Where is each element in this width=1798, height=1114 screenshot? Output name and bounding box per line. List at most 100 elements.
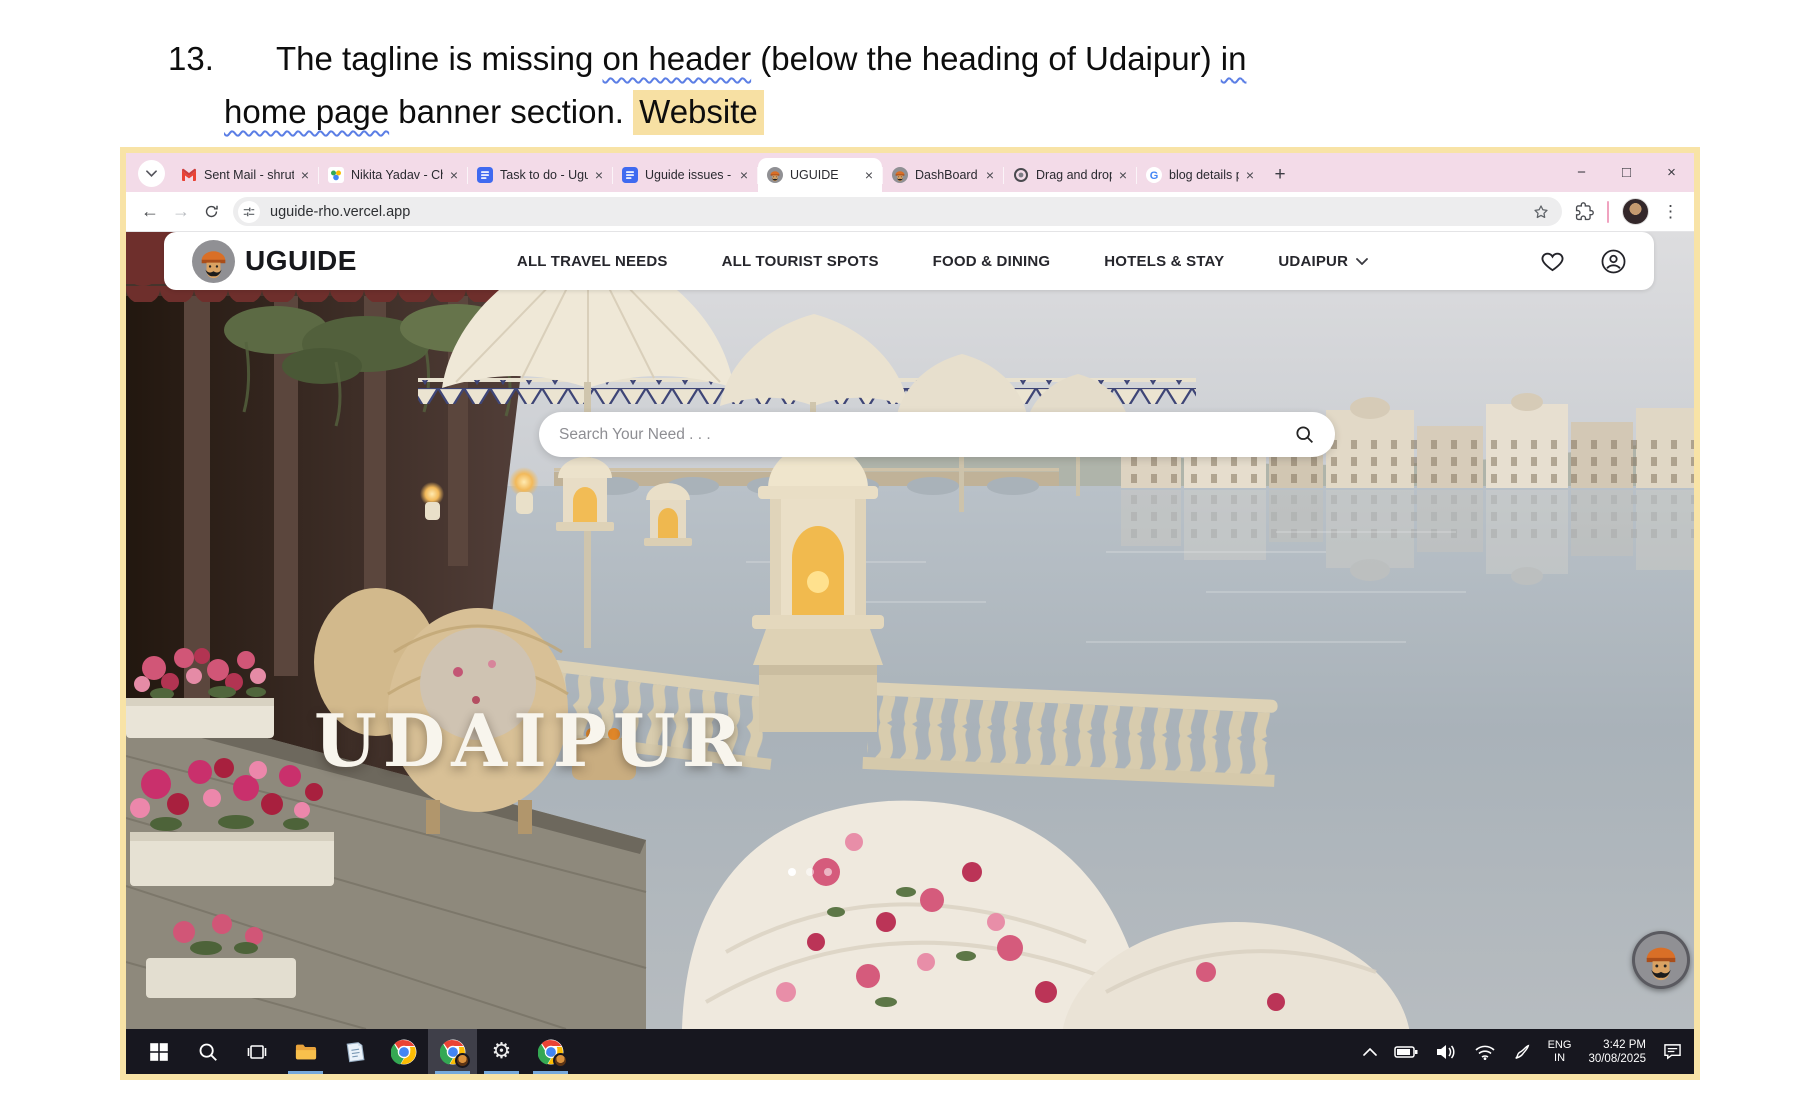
uguide-logo-icon[interactable] [192,240,235,283]
task-view-button[interactable] [232,1029,281,1074]
chrome-button[interactable] [379,1029,428,1074]
tab-blog-details[interactable]: blog details pag × [1137,158,1263,192]
search-input[interactable]: Search Your Need . . . [539,412,1335,457]
tab-title: Nikita Yadav - Ch [351,168,443,182]
site-header: UGUIDE ALL TRAVEL NEEDS ALL TOURIST SPOT… [164,232,1654,290]
doc-text: (below the heading of Udaipur) [751,40,1221,77]
doc-item-line1: 13.The tagline is missing on header (bel… [168,40,1246,78]
google-g-icon [1146,167,1162,183]
start-button[interactable] [134,1029,183,1074]
taskbar-search-button[interactable] [183,1029,232,1074]
browser-profile-avatar[interactable] [1622,198,1649,225]
chevron-down-icon [1356,258,1368,265]
web-page: UGUIDE ALL TRAVEL NEEDS ALL TOURIST SPOT… [126,232,1694,1029]
tab-close-icon[interactable]: × [740,167,748,183]
tab-search-chevron-button[interactable] [138,160,165,187]
clock[interactable]: 3:42 PM 30/08/2025 [1588,1038,1646,1066]
language-indicator[interactable]: ENG IN [1548,1039,1572,1065]
tab-close-icon[interactable]: × [865,167,873,183]
doc-text: The tagline is missing [276,40,602,77]
back-icon[interactable]: ← [141,201,159,222]
task-view-icon [246,1041,268,1063]
google-docs-icon [622,167,638,183]
doc-text: banner section. [389,93,633,130]
nav-all-travel-needs[interactable]: ALL TRAVEL NEEDS [517,253,668,270]
carousel-dot[interactable] [824,868,832,876]
tab-sent-mail[interactable]: Sent Mail - shrut × [172,158,318,192]
volume-icon[interactable] [1435,1044,1457,1060]
site-settings-icon[interactable] [238,201,260,223]
maximize-button[interactable]: □ [1604,164,1649,181]
gmail-icon [181,167,197,183]
heart-icon[interactable] [1540,249,1565,274]
tab-strip: Sent Mail - shrut × Nikita Yadav - Ch × … [126,153,1694,192]
notepad-icon [342,1039,367,1064]
tab-close-icon[interactable]: × [1246,167,1254,183]
brand-name[interactable]: UGUIDE [245,245,357,277]
doc-text-grammar: on header [602,40,751,77]
reload-icon[interactable] [203,203,220,220]
carousel-dot[interactable] [788,868,796,876]
search-icon[interactable] [1294,424,1315,445]
doc-text-grammar: in [1221,40,1247,77]
chat-mascot-avatar[interactable] [1632,931,1690,989]
tab-close-icon[interactable]: × [301,167,309,183]
notepad-button[interactable] [330,1029,379,1074]
pen-icon[interactable] [1513,1043,1531,1061]
tab-title: blog details pag [1169,168,1239,182]
uguide-favicon-icon [767,167,783,183]
tab-nikita-yadav[interactable]: Nikita Yadav - Ch × [319,158,467,192]
bookmark-star-icon[interactable] [1532,203,1550,221]
tab-title: DashBoard [915,168,979,182]
tab-close-icon[interactable]: × [450,167,458,183]
language-region: IN [1548,1052,1572,1065]
taskbar-search-icon [197,1041,219,1063]
tray-chevron-up-icon[interactable] [1363,1048,1377,1056]
settings-gear-icon: ⚙ [492,1039,512,1064]
nav-udaipur-dropdown[interactable]: UDAIPUR [1278,253,1368,270]
close-button[interactable]: × [1649,164,1694,181]
extensions-icon[interactable] [1575,202,1594,221]
file-explorer-button[interactable] [281,1029,330,1074]
uguide-mascot-icon [1635,934,1687,986]
tab-title: UGUIDE [790,168,858,182]
language-code: ENG [1548,1039,1572,1052]
carousel-dots [788,868,832,876]
action-center-icon[interactable] [1663,1043,1682,1060]
list-number: 13. [168,40,276,78]
nav-all-tourist-spots[interactable]: ALL TOURIST SPOTS [722,253,879,270]
settings-button[interactable]: ⚙ [477,1029,526,1074]
doc-item-line2: home page banner section. Website [224,93,764,131]
system-tray: ENG IN 3:42 PM 30/08/2025 [1363,1029,1694,1074]
doc-text-grammar: home page [224,93,389,130]
tab-title: Sent Mail - shrut [204,168,294,182]
account-icon[interactable] [1601,249,1626,274]
minimize-button[interactable]: − [1559,164,1604,181]
page: 13.The tagline is missing on header (bel… [0,0,1798,1114]
browser-menu-icon[interactable]: ⋮ [1662,202,1679,222]
new-tab-button[interactable]: + [1263,158,1297,192]
tab-drag-and-drop[interactable]: Drag and drop c × [1004,158,1136,192]
tab-uguide-active[interactable]: UGUIDE × [758,158,882,192]
forward-icon[interactable]: → [172,201,190,222]
chrome-profile-2-button[interactable] [526,1029,575,1074]
ring-icon [1013,167,1029,183]
chrome-profile-badge [553,1053,568,1068]
chrome-profile-1-button[interactable] [428,1029,477,1074]
nav-food-dining[interactable]: FOOD & DINING [933,253,1051,270]
tab-close-icon[interactable]: × [1119,167,1127,183]
tab-dashboard[interactable]: DashBoard × [883,158,1003,192]
tab-uguide-issues[interactable]: Uguide issues - C × [613,158,757,192]
file-explorer-icon [295,1041,317,1063]
tab-close-icon[interactable]: × [986,167,994,183]
battery-icon[interactable] [1394,1045,1418,1059]
tab-task-to-do[interactable]: Task to do - Ugu × [468,158,612,192]
carousel-dot[interactable] [806,868,814,876]
chrome-icon [391,1039,417,1065]
url-text[interactable]: uguide-rho.vercel.app [270,204,410,220]
tab-close-icon[interactable]: × [595,167,603,183]
omnibox[interactable]: uguide-rho.vercel.app [233,197,1562,226]
wifi-icon[interactable] [1474,1044,1496,1060]
nav-hotels-stay[interactable]: HOTELS & STAY [1104,253,1224,270]
hero-title: UDAIPUR [314,698,748,783]
